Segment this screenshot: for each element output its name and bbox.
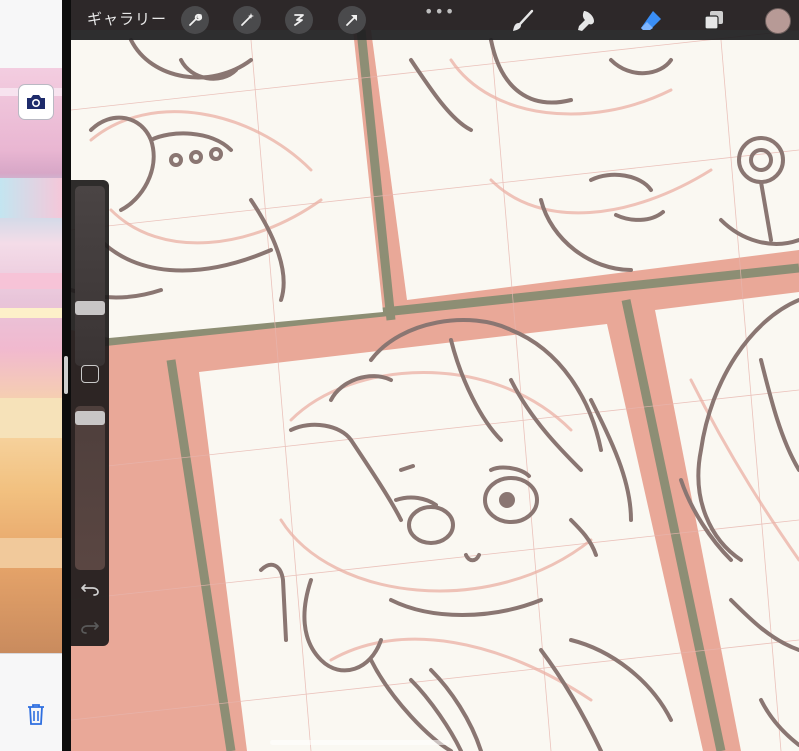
more-menu-button[interactable]: ••• xyxy=(424,2,455,21)
opacity-slider-thumb[interactable] xyxy=(75,411,105,425)
split-view-left-app xyxy=(0,0,62,751)
selection-button[interactable] xyxy=(285,6,313,34)
camera-button[interactable] xyxy=(18,84,54,120)
brush-sidebar xyxy=(71,180,109,646)
split-view-handle[interactable] xyxy=(64,356,68,394)
left-app-header xyxy=(0,0,62,69)
layers-icon[interactable] xyxy=(701,8,727,34)
actions-button[interactable] xyxy=(181,6,209,34)
transform-arrow-icon xyxy=(346,15,357,26)
opacity-slider[interactable] xyxy=(75,406,105,570)
brush-size-slider-thumb[interactable] xyxy=(75,301,105,315)
left-app-image[interactable] xyxy=(0,68,62,653)
top-toolbar: ギャラリー ••• xyxy=(71,0,799,40)
transform-button[interactable] xyxy=(338,6,366,34)
brush-icon[interactable] xyxy=(510,8,536,34)
drawing-canvas[interactable] xyxy=(71,0,799,751)
smudge-icon[interactable] xyxy=(574,8,600,34)
modify-button[interactable] xyxy=(81,365,99,383)
undo-icon[interactable] xyxy=(79,577,101,599)
camera-icon xyxy=(27,95,45,109)
brush-size-slider[interactable] xyxy=(75,186,105,366)
selection-icon xyxy=(294,14,304,26)
canvas-artwork xyxy=(71,29,799,751)
eraser-icon[interactable] xyxy=(638,8,664,34)
redo-icon[interactable] xyxy=(79,615,101,637)
color-swatch-button[interactable] xyxy=(765,8,791,34)
wrench-icon xyxy=(189,13,203,26)
magic-wand-icon xyxy=(241,13,254,26)
gallery-button[interactable]: ギャラリー xyxy=(87,9,167,29)
home-indicator[interactable] xyxy=(270,740,450,745)
adjustments-button[interactable] xyxy=(233,6,261,34)
trash-icon[interactable] xyxy=(25,702,47,726)
